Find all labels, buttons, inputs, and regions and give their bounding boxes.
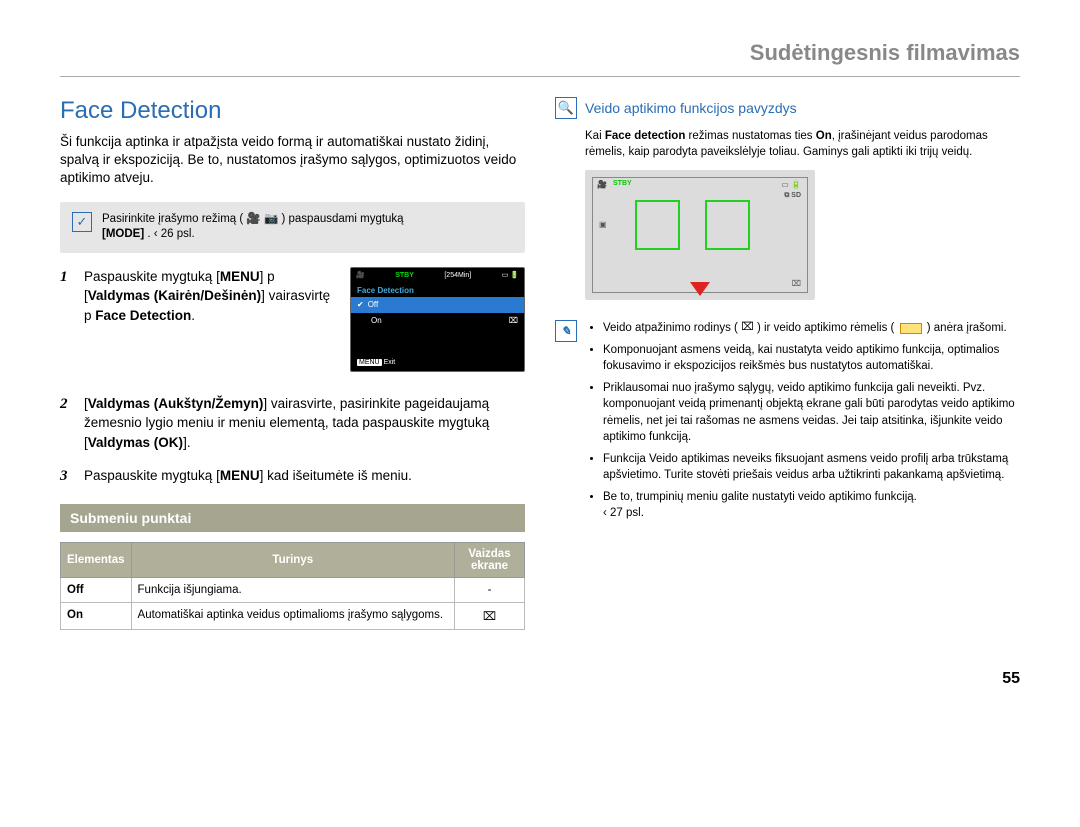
face-frame-1 xyxy=(635,200,680,250)
shot-on-icon: ⌧ xyxy=(509,315,518,327)
example-sd-icon: ⧉ SD xyxy=(784,192,801,200)
menu-screenshot: 🎥 STBY [254Min] ▭ 🔋 Face Detection ✔ Off… xyxy=(350,267,525,372)
face-detection-title: Face Detection xyxy=(60,97,525,125)
right-column: 🔍 Veido aptikimo funkcijos pavyzdys Kai … xyxy=(555,97,1020,630)
photo-icon: 📷 xyxy=(264,213,278,225)
steps-list: 🎥 STBY [254Min] ▭ 🔋 Face Detection ✔ Off… xyxy=(60,267,525,486)
example-heading-row: 🔍 Veido aptikimo funkcijos pavyzdys xyxy=(555,97,1020,119)
s3a: Paspauskite mygtuką [ xyxy=(84,468,220,483)
left-column: Face Detection Ši funkcija aptinka ir at… xyxy=(60,97,525,630)
shot-menu-exit: MENU Exit xyxy=(357,358,395,368)
note-3: Priklausomai nuo įrašymo sąlygų, veido a… xyxy=(603,380,1020,444)
th-element: Elementas xyxy=(61,542,132,577)
table-row: On Automatiškai aptinka veidus optimalio… xyxy=(61,602,525,629)
note-icon: ✎ xyxy=(555,320,577,342)
note-1: Veido atpažinimo rodinys ( ⌧ ) ir veido … xyxy=(603,320,1020,336)
yellow-frame-icon xyxy=(900,323,922,334)
shot-card-icon: ▭ 🔋 xyxy=(502,271,519,281)
page-number: 55 xyxy=(60,670,1020,688)
submenu-heading: Submeniu punktai xyxy=(60,504,525,532)
table-row: Off Funkcija išjungiama. - xyxy=(61,577,525,602)
hint-pre: Pasirinkite įrašymo režimą ( xyxy=(102,213,246,225)
hint-box: ✓ Pasirinkite įrašymo režimą ( 🎥 📷 ) pas… xyxy=(60,202,525,253)
s1-valdymas: Valdymas (Kairėn/Dešinėn) xyxy=(88,288,261,303)
s1a: Paspauskite mygtuką [ xyxy=(84,269,220,284)
shot-254min: [254Min] xyxy=(444,271,471,281)
note-2: Komponuojant asmens veidą, kai nustatyta… xyxy=(603,342,1020,374)
magnify-icon: 🔍 xyxy=(555,97,577,119)
shot-title: Face Detection xyxy=(351,284,524,298)
page-header: Sudėtingesnis filmavimas xyxy=(60,20,1020,77)
shot-row-on: On ⌧ xyxy=(351,313,524,329)
th-content: Turinys xyxy=(131,542,454,577)
notes-list: Veido atpažinimo rodinys ( ⌧ ) ir veido … xyxy=(587,320,1020,527)
s3b: ] kad išeitumėte iš meniu. xyxy=(260,468,412,483)
check-icon: ✓ xyxy=(72,212,92,232)
example-batt-icon: ▭ 🔋 xyxy=(781,180,801,189)
shot-stby: STBY xyxy=(395,271,414,281)
s1-fd: Face Detection xyxy=(95,308,191,323)
cell-off: Off xyxy=(61,577,132,602)
right-intro: Kai Face detection režimas nustatomas ti… xyxy=(555,129,1020,160)
face-frame-2 xyxy=(705,200,750,250)
cell-on-desc: Automatiškai aptinka veidus optimalioms … xyxy=(131,602,454,629)
face-indicator-icon: ⌧ xyxy=(741,320,754,335)
example-heading: Veido aptikimo funkcijos pavyzdys xyxy=(585,100,797,116)
cell-on: On xyxy=(61,602,132,629)
note-4: Funkcija Veido aptikimas neveiks fiksuoj… xyxy=(603,451,1020,483)
th-display: Vaizdas ekrane xyxy=(455,542,525,577)
shot-off: Off xyxy=(368,299,379,311)
cell-off-desc: Funkcija išjungiama. xyxy=(131,577,454,602)
hint-post: ) paspausdami mygtuką xyxy=(281,213,403,225)
hint-mode: [MODE] xyxy=(102,228,144,240)
hint-pg: . ‹ 26 psl. xyxy=(147,228,194,240)
shot-on: On xyxy=(371,315,382,327)
s1-menu: MENU xyxy=(220,269,260,284)
check-icon: ✔ xyxy=(357,299,364,311)
s3-menu: MENU xyxy=(220,468,260,483)
shot-video-icon: 🎥 xyxy=(356,271,365,281)
note-5: Be to, trumpinių meniu galite nustatyti … xyxy=(603,489,1020,521)
video-icon: 🎥 xyxy=(246,213,260,225)
intro-text: Ši funkcija aptinka ir atpažįsta veido f… xyxy=(60,133,525,188)
s2-ok: Valdymas (OK) xyxy=(88,435,183,450)
shot-row-off: ✔ Off xyxy=(351,297,524,313)
cell-on-disp: ⌧ xyxy=(455,602,525,629)
s1d: . xyxy=(191,308,195,323)
step-1: 🎥 STBY [254Min] ▭ 🔋 Face Detection ✔ Off… xyxy=(60,267,525,380)
example-vid-icon: 🎥 xyxy=(597,180,607,189)
step-2: [Valdymas (Aukštyn/Žemyn)] vairasvirte, … xyxy=(60,394,525,453)
example-mode-icon: ▣ xyxy=(599,220,607,229)
s2c: ]. xyxy=(183,435,191,450)
step-3: Paspauskite mygtuką [MENU] kad išeitumėt… xyxy=(60,466,525,486)
s2-valdymas: Valdymas (Aukštyn/Žemyn) xyxy=(88,396,264,411)
example-face-icon: ⌧ xyxy=(792,279,801,288)
submenu-table: Elementas Turinys Vaizdas ekrane Off Fun… xyxy=(60,542,525,630)
example-stby: STBY xyxy=(613,180,632,187)
table-header-row: Elementas Turinys Vaizdas ekrane xyxy=(61,542,525,577)
notes-block: ✎ Veido atpažinimo rodinys ( ⌧ ) ir veid… xyxy=(555,320,1020,527)
cell-off-disp: - xyxy=(455,577,525,602)
arrow-down-icon xyxy=(690,282,710,296)
example-screenshot: STBY 🎥 ▭ 🔋 ⧉ SD ⌧ ▣ xyxy=(585,170,815,300)
